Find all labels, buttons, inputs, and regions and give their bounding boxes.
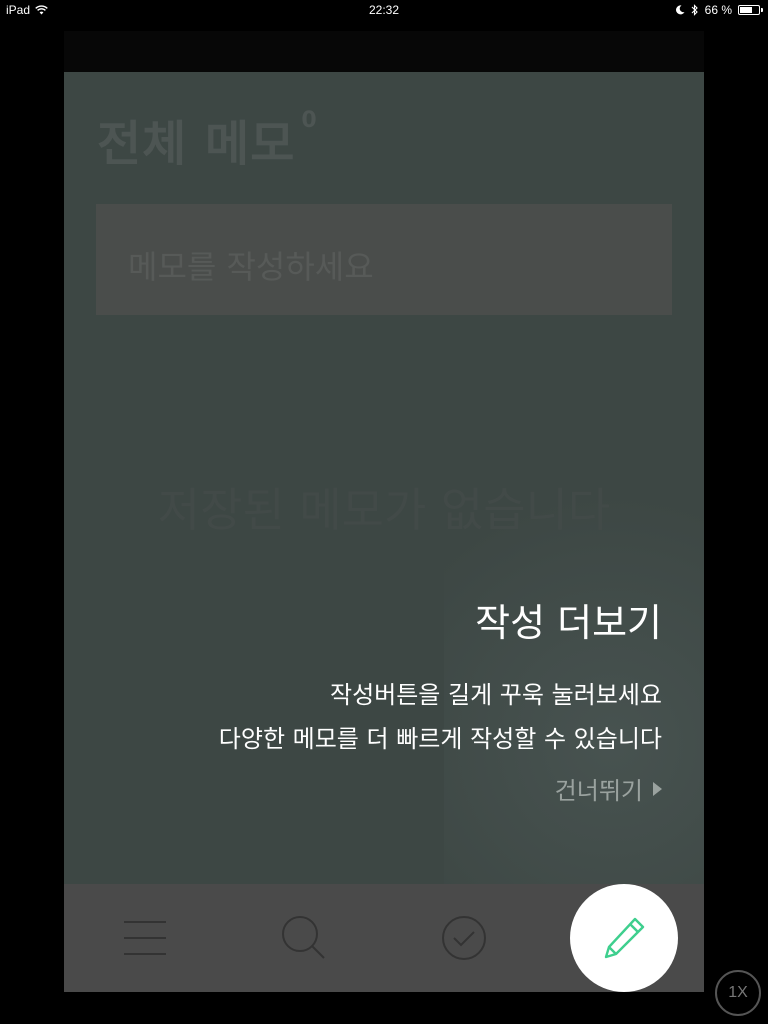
- app-window: 전체 메모 0 메모를 작성하세요 저장된 메모가 없습니다 작성 더보기 작성버…: [64, 31, 704, 992]
- zoom-button[interactable]: 1X: [715, 970, 761, 1016]
- tab-menu[interactable]: [117, 910, 173, 966]
- menu-icon: [124, 921, 166, 955]
- check-circle-icon: [442, 916, 486, 960]
- tutorial-description-line2: 다양한 메모를 더 빠르게 작성할 수 있습니다: [218, 725, 662, 753]
- tutorial-title: 작성 더보기: [475, 601, 662, 645]
- page-title: 전체 메모 0: [97, 104, 318, 174]
- compose-button[interactable]: [570, 884, 678, 992]
- tab-search[interactable]: [276, 910, 332, 966]
- battery-icon: [738, 5, 763, 15]
- battery-level: [740, 7, 752, 13]
- memo-input-box[interactable]: 메모를 작성하세요: [96, 204, 672, 315]
- moon-icon: [675, 5, 685, 15]
- page-title-text: 전체 메모: [97, 116, 296, 172]
- skip-label: 건너뛰기: [554, 777, 643, 805]
- status-right: 66 %: [675, 3, 763, 17]
- tutorial-description-line1: 작성버튼을 길게 꾸욱 눌러보세요: [329, 681, 662, 709]
- memo-count: 0: [301, 108, 318, 133]
- memo-input-placeholder: 메모를 작성하세요: [128, 248, 374, 286]
- play-arrow-icon: [653, 781, 662, 796]
- status-time: 22:32: [368, 3, 400, 17]
- pencil-icon: [604, 917, 645, 959]
- skip-button[interactable]: 건너뛰기: [555, 771, 662, 806]
- memo-list-area: 전체 메모 0 메모를 작성하세요 저장된 메모가 없습니다 작성 더보기 작성버…: [64, 72, 704, 912]
- battery-percent: 66 %: [704, 3, 732, 17]
- tab-done[interactable]: [436, 910, 492, 966]
- empty-message: 저장된 메모가 없습니다: [157, 483, 611, 537]
- search-icon: [282, 916, 325, 959]
- app-top-bar: [64, 31, 704, 72]
- bluetooth-icon: [691, 4, 698, 16]
- status-bar: iPad 22:32 66 %: [0, 0, 768, 22]
